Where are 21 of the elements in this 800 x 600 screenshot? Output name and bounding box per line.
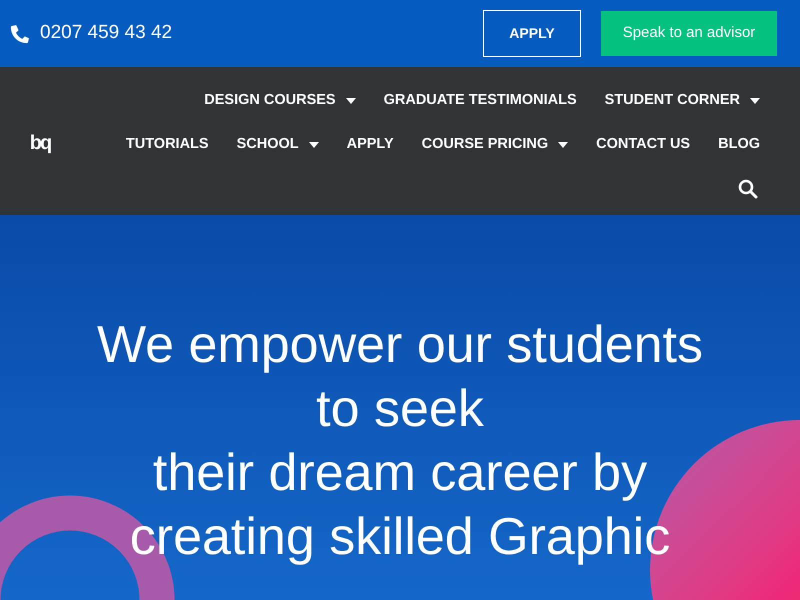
nav-link[interactable]: APPLY — [346, 134, 394, 156]
nav-link[interactable]: GRADUATE TESTIMONIALS — [384, 90, 577, 112]
nav-link[interactable]: CONTACT US — [596, 134, 690, 156]
nav-link[interactable]: BLOG — [718, 134, 760, 156]
headline-line: to seek — [316, 379, 484, 440]
nav-link[interactable]: SCHOOL — [236, 134, 319, 156]
headline-line: We empower our students — [97, 315, 703, 376]
nav-link[interactable]: COURSE PRICING — [422, 134, 568, 156]
nav-link[interactable]: TUTORIALS — [126, 134, 209, 156]
caret-icon — [308, 142, 319, 148]
search-icon[interactable] — [738, 178, 758, 198]
nav-link[interactable]: STUDENT CORNER — [604, 90, 760, 112]
nav-link[interactable]: DESIGN COURSES — [204, 90, 356, 112]
caret-icon — [750, 98, 760, 104]
apply-button[interactable]: APPLY — [483, 10, 581, 57]
caret-icon — [558, 142, 568, 148]
logo[interactable]: bq — [30, 128, 50, 158]
phone-number[interactable]: 0207 459 43 42 — [40, 19, 172, 48]
caret-icon — [346, 98, 356, 104]
phone-icon — [10, 23, 31, 44]
headline-line: their dream career by — [152, 443, 648, 504]
